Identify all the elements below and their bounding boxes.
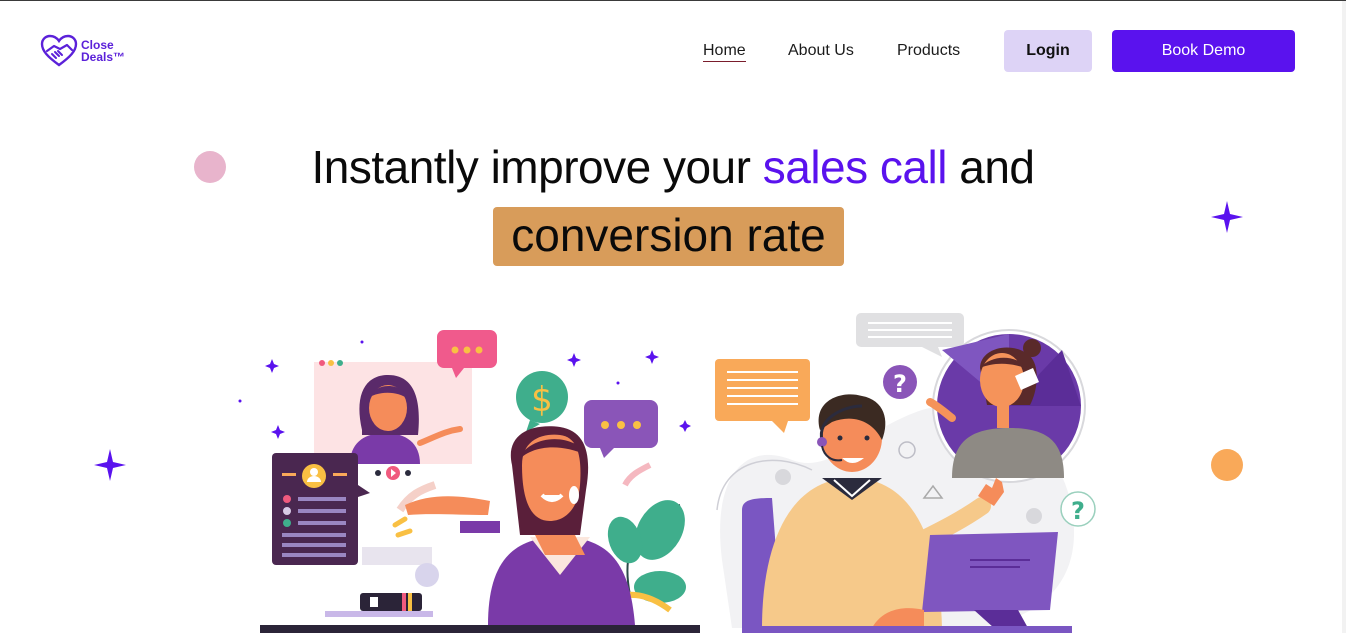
logo-wordmark: Close Deals™ <box>81 39 125 63</box>
sparkle-icon <box>94 449 126 481</box>
logo-line2: Deals™ <box>81 50 126 64</box>
pink-dot-decoration <box>194 151 226 183</box>
sparkle-icon <box>1211 201 1243 233</box>
orange-dot-decoration <box>1211 449 1243 481</box>
video-call-illustration: $ <box>238 330 700 633</box>
scrollbar[interactable] <box>1342 1 1346 633</box>
handshake-heart-icon <box>40 34 78 67</box>
svg-text:?: ? <box>1071 497 1085 525</box>
nav-about-link[interactable]: About Us <box>788 42 854 60</box>
nav-products-link[interactable]: Products <box>897 42 960 60</box>
logo[interactable]: Close Deals™ <box>40 34 125 68</box>
nav-home-link[interactable]: Home <box>703 42 746 62</box>
book-demo-button[interactable]: Book Demo <box>1112 30 1295 72</box>
headline-line2: conversion rate <box>511 209 826 261</box>
headline-part2: and <box>946 141 1035 193</box>
headline-part1: Instantly improve your <box>311 141 763 193</box>
window-top-border <box>0 0 1346 1</box>
headline-highlight: sales call <box>762 141 948 193</box>
svg-text:$: $ <box>531 380 553 420</box>
login-button[interactable]: Login <box>1004 30 1092 72</box>
support-agent-illustration: ? ? <box>715 313 1096 633</box>
svg-text:?: ? <box>893 370 907 398</box>
